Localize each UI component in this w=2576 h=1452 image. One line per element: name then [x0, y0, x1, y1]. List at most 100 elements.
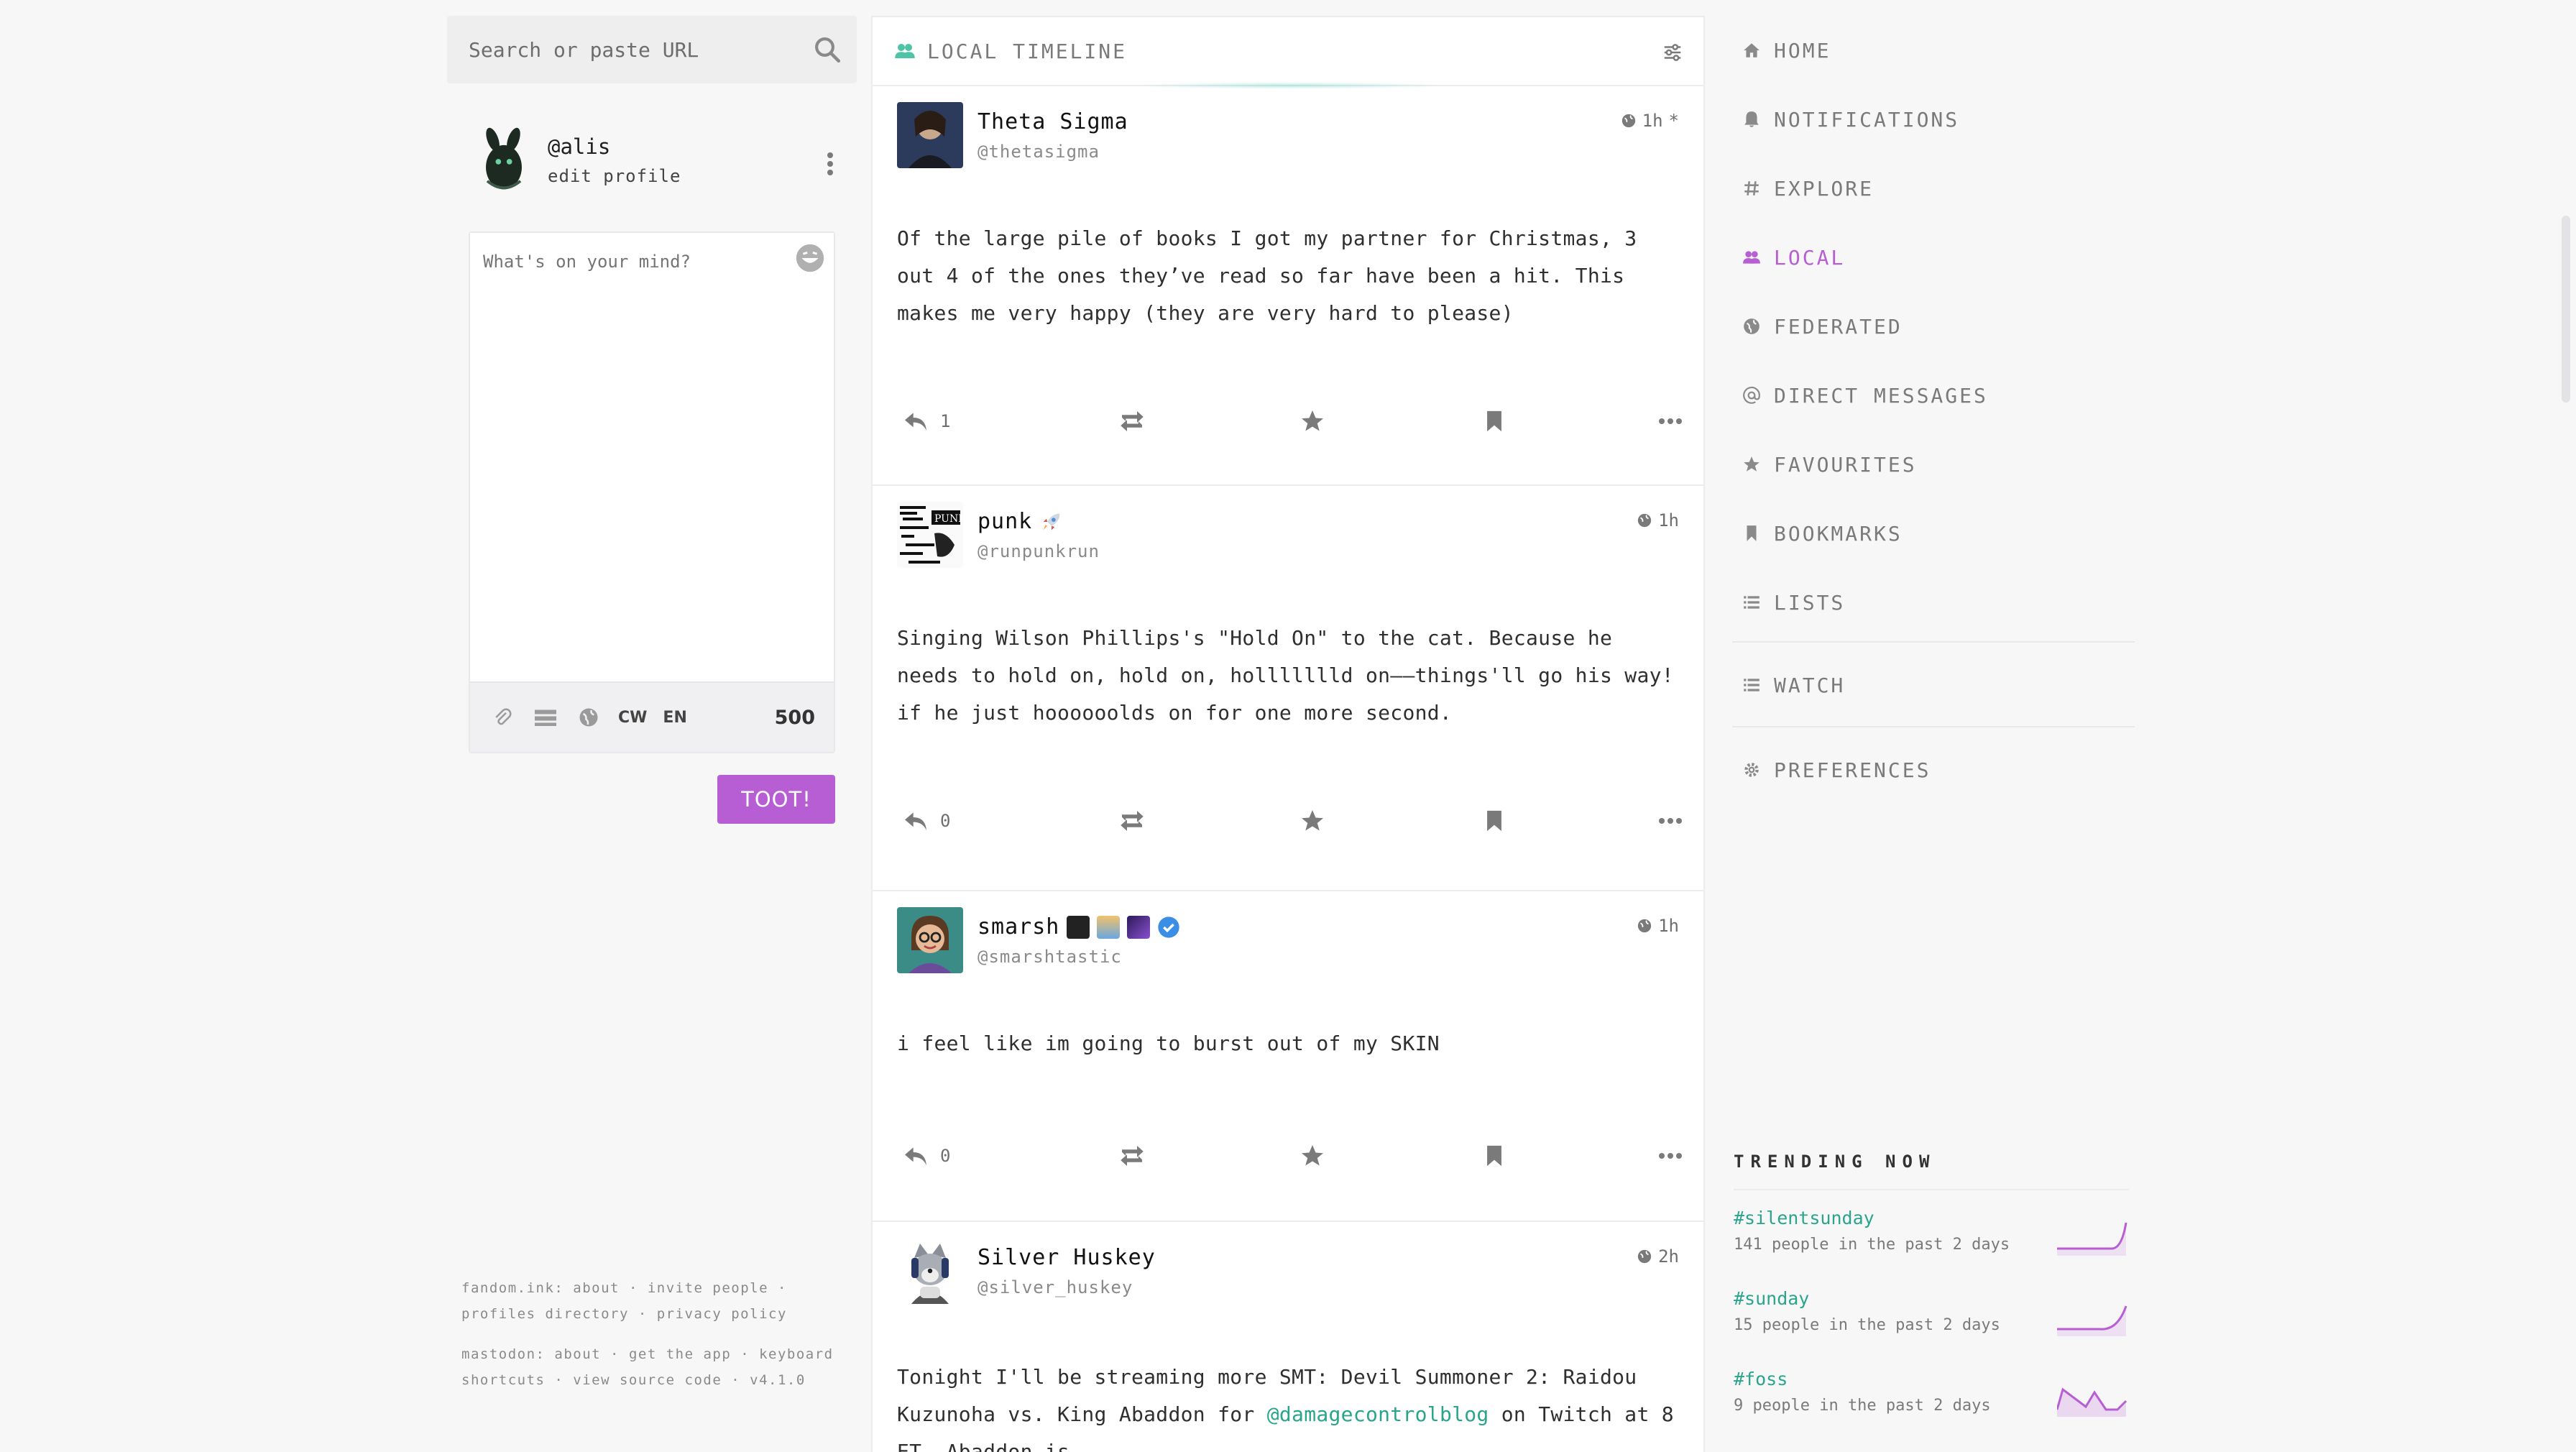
nav-federated[interactable]: FEDERATED [1724, 292, 2133, 361]
avatar[interactable] [897, 1238, 963, 1304]
footer-mastodon-about-link[interactable]: about [554, 1346, 601, 1362]
nav-local[interactable]: LOCAL [1724, 223, 2133, 292]
gear-icon [1744, 763, 1759, 777]
reply-button[interactable]: 0 [901, 807, 950, 835]
timestamp[interactable]: 2h [1658, 1246, 1679, 1267]
profile-handle[interactable]: @alis [548, 134, 681, 159]
column-settings-icon[interactable] [1662, 42, 1683, 63]
timestamp[interactable]: 1h [1658, 916, 1679, 936]
more-options-icon[interactable] [825, 151, 835, 177]
footer-source-link[interactable]: view source code [573, 1372, 722, 1388]
star-icon [1302, 410, 1323, 431]
display-name-text[interactable]: smarsh [978, 914, 1059, 939]
status-item[interactable]: PUNK punk @runpunkrun 1h Singing Wilson … [873, 486, 1703, 891]
bookmark-button[interactable] [1482, 409, 1506, 433]
content-warning-button[interactable]: CW [618, 709, 647, 727]
username[interactable]: @runpunkrun [978, 541, 1100, 561]
footer-privacy-link[interactable]: privacy policy [657, 1306, 787, 1322]
status-actions: 0 [897, 1127, 1682, 1185]
footer-shortcuts-link[interactable]: shortcuts [461, 1372, 545, 1388]
footer-get-app-link[interactable]: get the app [629, 1346, 731, 1362]
nav-watch[interactable]: WATCH [1724, 658, 2133, 712]
nav-favourites[interactable]: FAVOURITES [1724, 430, 2133, 499]
star-icon [1302, 1145, 1323, 1166]
scrollbar[interactable] [2562, 216, 2570, 403]
username[interactable]: @smarshtastic [978, 947, 1180, 967]
globe-icon [1637, 1249, 1652, 1264]
trending-item[interactable]: #silentsunday 141 people in the past 2 d… [1734, 1190, 2129, 1271]
username[interactable]: @thetasigma [978, 142, 1128, 162]
trending-tag[interactable]: #silentsunday [1734, 1208, 2010, 1228]
status-meta: 1h [1637, 510, 1679, 530]
favourite-button[interactable] [1300, 408, 1325, 434]
display-name-text[interactable]: punk [978, 509, 1032, 534]
footer-site-label: fandom.ink: [461, 1280, 564, 1296]
display-name: punk [978, 509, 1100, 534]
language-button[interactable]: EN [663, 709, 686, 727]
star-icon [1744, 456, 1760, 472]
column-title[interactable]: LOCAL TIMELINE [927, 40, 1127, 63]
people-icon [1743, 251, 1760, 264]
more-button[interactable] [1659, 417, 1682, 426]
nav-preferences[interactable]: PREFERENCES [1724, 743, 2133, 796]
footer-version: v4.1.0 [750, 1372, 806, 1388]
nav-lists[interactable]: LISTS [1724, 568, 2133, 637]
boost-icon [1121, 1146, 1144, 1166]
timestamp[interactable]: 1h [1642, 111, 1663, 131]
toot-button[interactable]: TOOT! [717, 775, 835, 824]
footer-profiles-link[interactable]: profiles directory [461, 1306, 629, 1322]
more-button[interactable] [1659, 817, 1682, 825]
trending-item[interactable]: #foss 9 people in the past 2 days [1734, 1351, 2129, 1432]
status-item[interactable]: smarsh @smarshtastic 1h i feel like im g… [873, 891, 1703, 1222]
trending-usage: 15 people in the past 2 days [1734, 1316, 2000, 1334]
nav-explore[interactable]: EXPLORE [1724, 154, 2133, 223]
timestamp[interactable]: 1h [1658, 510, 1679, 530]
reply-button[interactable]: 1 [901, 407, 950, 436]
avatar[interactable] [897, 102, 963, 168]
bookmark-button[interactable] [1482, 1144, 1506, 1168]
sparkline [2057, 1387, 2128, 1417]
avatar[interactable] [897, 907, 963, 973]
nav-notifications[interactable]: NOTIFICATIONS [1724, 85, 2133, 154]
favourite-button[interactable] [1300, 1143, 1325, 1169]
boost-button[interactable] [1117, 1141, 1147, 1171]
display-name: smarsh [978, 914, 1180, 939]
display-name[interactable]: Theta Sigma [978, 109, 1128, 134]
favourite-button[interactable] [1300, 808, 1325, 834]
footer-invite-link[interactable]: invite people [648, 1280, 768, 1296]
search-icon[interactable] [812, 35, 842, 65]
footer-keyboard-link[interactable]: keyboard [759, 1346, 834, 1362]
more-button[interactable] [1659, 1152, 1682, 1160]
compose-textarea[interactable] [470, 233, 834, 679]
status-item[interactable]: Theta Sigma @thetasigma 1h * Of the larg… [873, 86, 1703, 486]
search-input[interactable] [469, 37, 835, 62]
edited-marker: * [1668, 111, 1679, 131]
display-name[interactable]: Silver Huskey [978, 1245, 1156, 1270]
reply-button[interactable]: 0 [901, 1141, 950, 1170]
boost-button[interactable] [1117, 406, 1147, 436]
username[interactable]: @silver_huskey [978, 1277, 1156, 1297]
navigation-column: HOME NOTIFICATIONS EXPLORE LOCAL FEDERAT… [1724, 16, 2135, 1446]
nav-home[interactable]: HOME [1724, 16, 2133, 85]
avatar[interactable]: PUNK [897, 502, 963, 568]
trending-item[interactable]: #sunday 15 people in the past 2 days [1734, 1271, 2129, 1351]
status-item[interactable]: Silver Huskey @silver_huskey 2h Tonight … [873, 1222, 1703, 1452]
globe-icon[interactable] [575, 704, 602, 731]
search-box [447, 16, 857, 83]
emoji-picker-icon[interactable] [794, 242, 827, 275]
attach-icon[interactable] [489, 704, 516, 731]
nav-bookmarks[interactable]: BOOKMARKS [1724, 499, 2133, 568]
avatar[interactable] [476, 126, 532, 195]
mention-link[interactable]: @damagecontrolblog [1267, 1402, 1489, 1426]
edit-profile-link[interactable]: edit profile [548, 166, 681, 186]
boost-button[interactable] [1117, 806, 1147, 836]
verified-badge-icon [1158, 916, 1180, 938]
poll-icon[interactable] [532, 704, 559, 731]
bookmark-button[interactable] [1482, 809, 1506, 833]
compose-form: CW EN 500 [469, 231, 835, 753]
trending-tag[interactable]: #sunday [1734, 1288, 2000, 1309]
bell-icon [1744, 111, 1759, 127]
nav-direct-messages[interactable]: DIRECT MESSAGES [1724, 361, 2133, 430]
footer-about-link[interactable]: about [573, 1280, 620, 1296]
trending-tag[interactable]: #foss [1734, 1369, 1991, 1389]
